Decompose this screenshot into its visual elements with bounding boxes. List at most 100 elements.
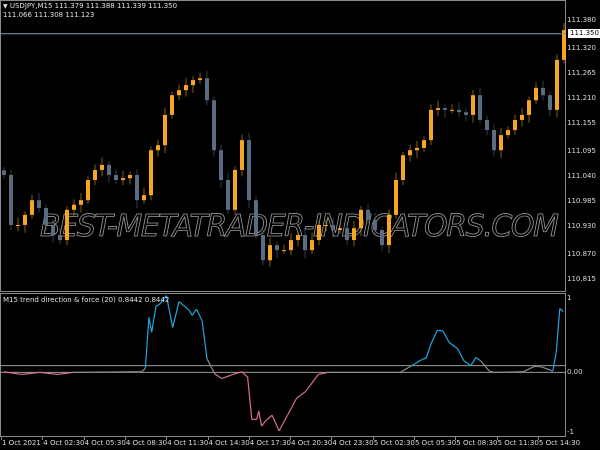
candle-body [429,109,433,141]
price-tick: 111.095 [567,146,596,155]
candle-body [163,114,167,146]
candle-body [352,228,356,241]
collapse-triangle-icon[interactable]: ▼ [3,3,8,10]
time-label: 4 Oct 05:30 [84,439,126,447]
time-label: 5 Oct 05:30 [415,439,457,447]
indicator-segment [214,373,223,380]
candle-body [282,250,286,252]
candle-body [436,108,440,110]
candle-body [338,228,342,230]
candle-body [51,224,55,236]
price-tick: 111.320 [567,43,596,52]
candle-body [226,180,230,210]
candle-body [324,224,328,226]
candle-body [72,204,76,210]
candle-body [170,95,174,115]
price-tick: 110.815 [567,275,596,284]
candle-body [548,95,552,110]
indicator-segment [172,301,180,328]
time-label: 4 Oct 02:30 [43,439,85,447]
candle-body [373,219,377,230]
candle-body [79,200,83,205]
indicator-segment [206,358,216,375]
candle-body [37,200,41,208]
candle-body [100,164,104,170]
indicator-segment [296,390,307,399]
candle-body [450,109,454,111]
indicator-segment [399,365,412,373]
candle-body [93,169,97,181]
indicator-segment [278,414,289,432]
indicator-line [3,295,564,432]
indicator-segment [430,329,438,345]
candle-body [2,170,6,175]
time-label: 4 Oct 14:30 [208,439,250,447]
price-tick: 111.040 [567,171,596,180]
candle-body [275,245,279,251]
candle-body [184,85,188,91]
candle-body [254,200,258,236]
ohlc-line-2: 111.066 111.308 111.123 [3,11,95,19]
candle-body [191,80,195,86]
indicator-segment [555,308,561,353]
indicator-segment [470,357,477,366]
price-tick: 111.265 [567,68,596,77]
candle-body [527,100,531,115]
indicator-segment [247,377,253,420]
indicator-segment [221,373,234,380]
candle-body [520,114,524,120]
candle-body [177,90,181,96]
candle-body [240,140,244,170]
indicator-segment [534,365,542,368]
price-tick: 110.985 [567,197,596,206]
candle-body [380,229,384,246]
indicator-segment [475,356,482,362]
candle-body [86,180,90,201]
time-label: 5 Oct 02:30 [373,439,415,447]
indicator-segment [144,317,150,369]
candle-body [464,112,468,115]
candle-body [121,178,125,181]
indicator-tick: -1 [567,428,574,436]
time-label: 4 Oct 11:30 [167,439,209,447]
indicator-segment [463,360,472,367]
time-label: 5 Oct 14:30 [538,439,581,447]
time-label: 4 Oct 23:30 [332,439,374,447]
candle-body [268,245,272,261]
indicator-segment [421,357,427,361]
candle-body [394,180,398,215]
indicator-segment [201,320,208,359]
candle-body [198,78,202,81]
indicator-segment [552,351,557,372]
candle-body [331,224,335,230]
candle-body [303,235,307,251]
indicator-tick: 1 [567,294,572,302]
time-label: 1 Oct 2021 [2,439,41,447]
indicator-segment [541,366,554,372]
indicator-segment [141,367,146,373]
candle-body [233,169,237,210]
candle-body [366,209,370,220]
candle-body [107,164,111,175]
candle-body [212,100,216,151]
candle-body [555,59,559,110]
time-label: 5 Oct 11:30 [497,439,539,447]
candle-body [247,140,251,201]
candle-body [506,130,510,136]
indicator-segment [437,329,443,332]
indicator-tick: 0.00 [567,368,583,376]
candle-body [478,95,482,120]
time-label: 4 Oct 20:30 [291,439,333,447]
indicator-segment [148,317,153,333]
candle-body [499,135,503,151]
indicator-label: M15 trend direction & force (20) 0.8442 … [3,296,170,304]
candle-body [16,224,20,226]
current-price-label: 111.350 [568,29,600,39]
symbol-info: ▼ USDJPY,M15 111.379 111.388 111.339 111… [3,2,177,11]
candle-body [219,150,223,181]
chart-canvas: BEST-METATRADER-INDICATORS.COM [0,22,566,432]
candle-body [30,200,34,215]
indicator-segment [286,397,298,416]
candle-body [541,87,545,96]
candle-body [135,174,139,201]
